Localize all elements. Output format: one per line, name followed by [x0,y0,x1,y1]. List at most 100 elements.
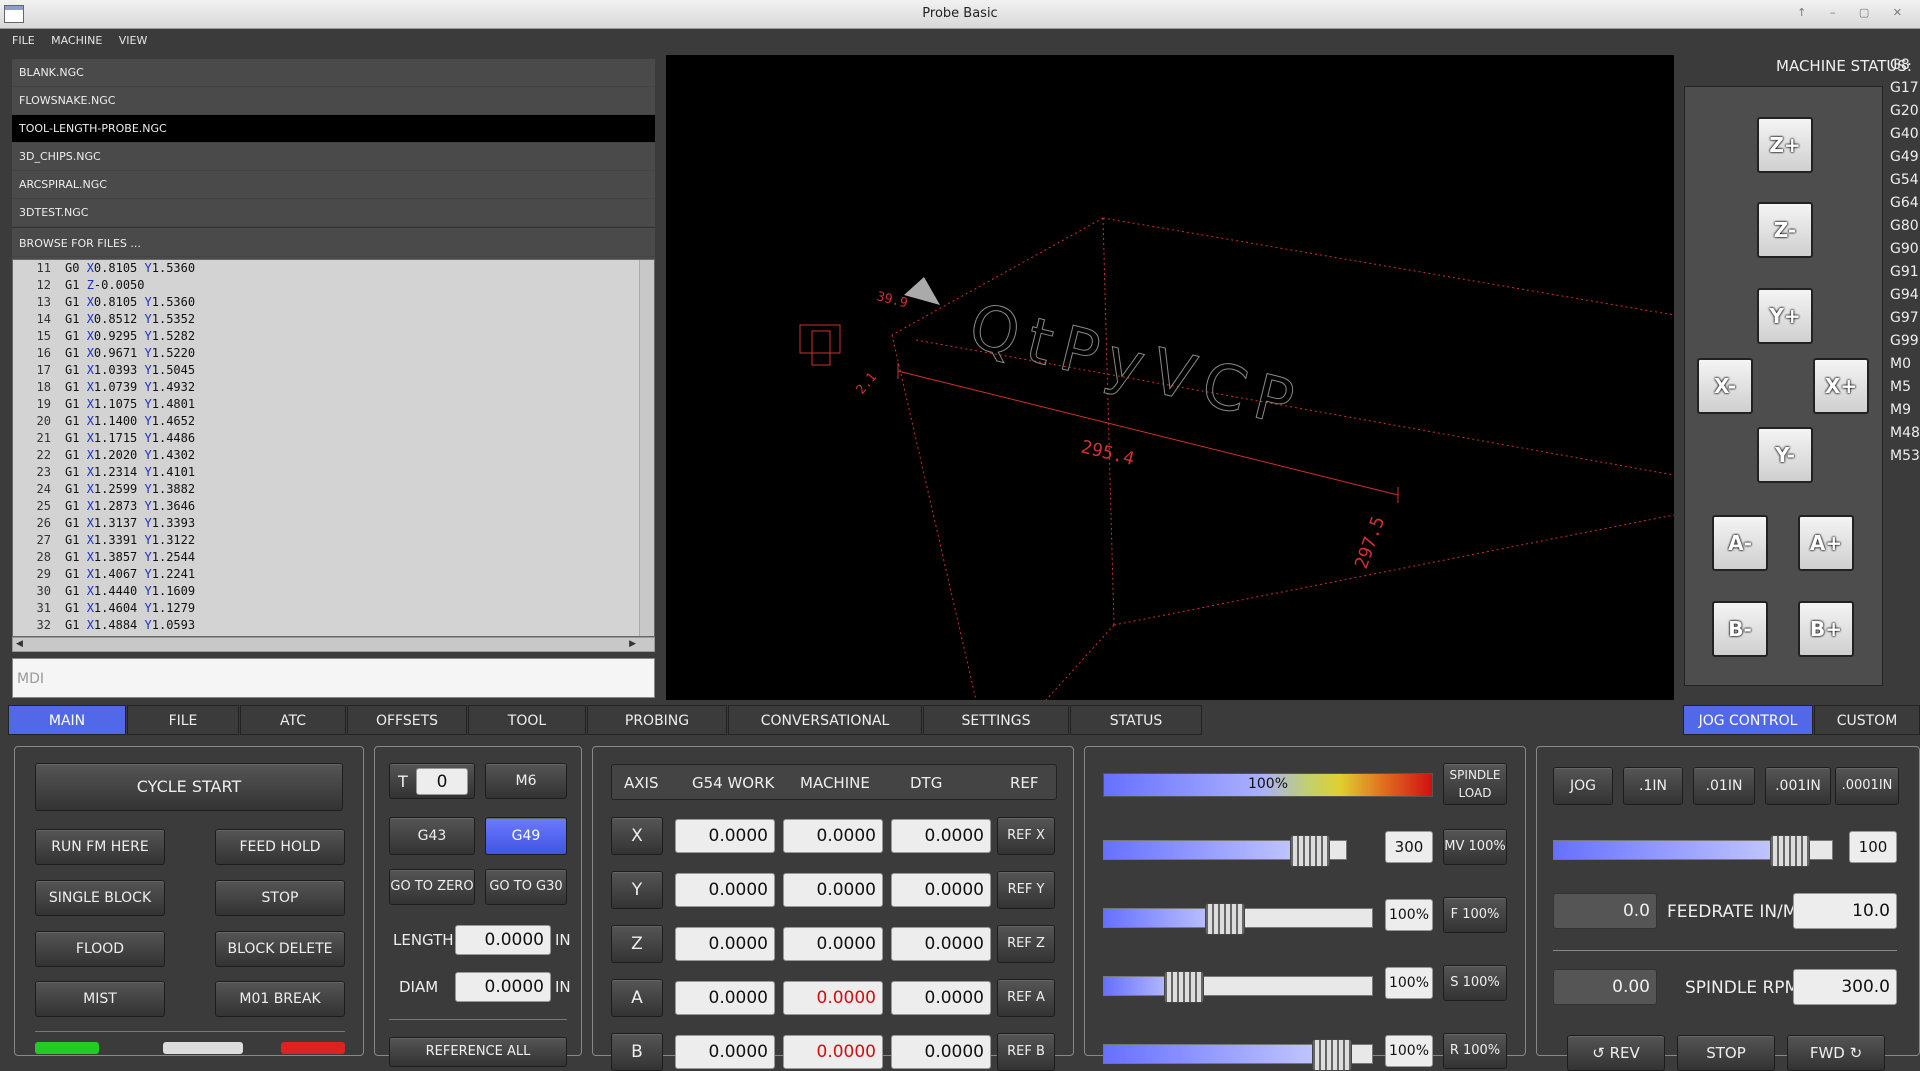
max-velocity-reset-button[interactable]: MV 100% [1443,829,1507,865]
slider-handle[interactable] [1164,971,1205,1003]
gcode-vertical-scrollbar[interactable] [639,260,654,636]
jog-z-minus-button[interactable]: Z- [1757,202,1813,258]
spindle-rpm-setpoint[interactable]: 300.0 [1793,969,1897,1005]
work-coordinate-field[interactable]: 0.0000 [675,873,775,907]
work-coordinate-field[interactable]: 0.0000 [675,981,775,1015]
browse-files-item[interactable]: BROWSE FOR FILES ... [12,227,655,257]
gcode-line[interactable]: 31 G1 X1.4604 Y1.1279 [13,600,654,617]
jog-y-plus-button[interactable]: Y+ [1757,288,1813,344]
feed-override-slider[interactable] [1103,903,1373,935]
feedrate-setpoint[interactable]: 10.0 [1793,893,1897,929]
tab-settings[interactable]: SETTINGS [923,705,1069,735]
jog-increment-0.01-button[interactable]: .01IN [1693,767,1755,805]
work-coordinate-field[interactable]: 0.0000 [675,927,775,961]
axis-label[interactable]: Y [611,871,663,909]
gcode-line[interactable]: 27 G1 X1.3391 Y1.3122 [13,532,654,549]
tab-custom[interactable]: CUSTOM [1814,705,1920,735]
gcode-line[interactable]: 30 G1 X1.4440 Y1.1609 [13,583,654,600]
scroll-left-icon[interactable]: ◀ [16,639,23,649]
gcode-line[interactable]: 22 G1 X1.2020 Y1.4302 [13,447,654,464]
jog-b-minus-button[interactable]: B- [1712,601,1768,657]
m01-break-button[interactable]: M01 BREAK [215,981,345,1017]
jog-y-minus-button[interactable]: Y- [1757,427,1813,483]
gcode-line[interactable]: 19 G1 X1.1075 Y1.4801 [13,396,654,413]
file-item-selected[interactable]: TOOL-LENGTH-PROBE.NGC [12,115,655,143]
gcode-line[interactable]: 15 G1 X0.9295 Y1.5282 [13,328,654,345]
jog-increment-0.001-button[interactable]: .001IN [1765,767,1831,805]
feed-hold-button[interactable]: FEED HOLD [215,829,345,865]
tool-length-field[interactable]: 0.0000 [455,925,551,955]
gcode-line[interactable]: 28 G1 X1.3857 Y1.2544 [13,549,654,566]
tab-main[interactable]: MAIN [8,705,126,735]
go-to-g30-button[interactable]: GO TO G30 [485,869,567,905]
work-coordinate-field[interactable]: 0.0000 [675,819,775,853]
gcode-line[interactable]: 13 G1 X0.8105 Y1.5360 [13,294,654,311]
ref-axis-button[interactable]: REF X [997,817,1055,855]
menu-file[interactable]: FILE [12,34,35,47]
ref-axis-button[interactable]: REF B [997,1033,1055,1071]
stop-button[interactable]: STOP [215,880,345,916]
file-item[interactable]: 3D_CHIPS.NGC [12,143,655,171]
spindle-stop-button[interactable]: STOP [1677,1035,1775,1071]
spindle-override-reset-button[interactable]: S 100% [1443,965,1507,1001]
menu-view[interactable]: VIEW [119,34,148,47]
slider-handle[interactable] [1770,835,1811,867]
tab-conversational[interactable]: CONVERSATIONAL [728,705,922,735]
file-item[interactable]: BLANK.NGC [12,59,655,87]
file-item[interactable]: ARCSPIRAL.NGC [12,171,655,199]
single-block-button[interactable]: SINGLE BLOCK [35,880,165,916]
flood-button[interactable]: FLOOD [35,931,165,967]
reference-all-button[interactable]: REFERENCE ALL [389,1037,567,1067]
scroll-right-icon[interactable]: ▶ [629,639,636,649]
axis-label[interactable]: A [611,979,663,1017]
gcode-line[interactable]: 14 G1 X0.8512 Y1.5352 [13,311,654,328]
tab-probing[interactable]: PROBING [587,705,727,735]
slider-handle[interactable] [1204,903,1245,935]
jog-a-plus-button[interactable]: A+ [1798,515,1854,571]
block-delete-button[interactable]: BLOCK DELETE [215,931,345,967]
gcode-line[interactable]: 25 G1 X1.2873 Y1.3646 [13,498,654,515]
jog-x-minus-button[interactable]: X- [1697,358,1753,414]
gcode-line[interactable]: 17 G1 X1.0393 Y1.5045 [13,362,654,379]
jog-increment-0.1-button[interactable]: .1IN [1623,767,1683,805]
gcode-line[interactable]: 20 G1 X1.1400 Y1.4652 [13,413,654,430]
tool-number-field[interactable]: 0 [416,768,468,795]
work-coordinate-field[interactable]: 0.0000 [675,1035,775,1069]
rapid-override-slider[interactable] [1103,1039,1373,1071]
file-item[interactable]: FLOWSNAKE.NGC [12,87,655,115]
tab-tool[interactable]: TOOL [468,705,586,735]
gcode-line[interactable]: 23 G1 X1.2314 Y1.4101 [13,464,654,481]
spindle-reverse-button[interactable]: ↺ REV [1567,1035,1665,1071]
jog-b-plus-button[interactable]: B+ [1798,601,1854,657]
jog-mode-continuous-button[interactable]: JOG [1553,767,1613,805]
ref-axis-button[interactable]: REF A [997,979,1055,1017]
window-controls[interactable]: ↑ – ▢ ✕ [1797,6,1912,19]
tab-status[interactable]: STATUS [1070,705,1202,735]
slider-handle[interactable] [1311,1039,1352,1071]
gcode-line[interactable]: 26 G1 X1.3137 Y1.3393 [13,515,654,532]
gcode-horizontal-scrollbar[interactable]: ◀ ▶ [12,637,655,652]
jog-x-plus-button[interactable]: X+ [1813,358,1869,414]
tab-jog-control[interactable]: JOG CONTROL [1683,705,1813,735]
gcode-line[interactable]: 18 G1 X1.0739 Y1.4932 [13,379,654,396]
g49-button[interactable]: G49 [485,817,567,855]
max-velocity-slider[interactable] [1103,835,1347,867]
slider-handle[interactable] [1289,835,1330,867]
run-from-here-button[interactable]: RUN FM HERE [35,829,165,865]
tab-atc[interactable]: ATC [240,705,346,735]
tool-diam-field[interactable]: 0.0000 [455,972,551,1002]
backplot-viewport[interactable]: 295.4 297.5 39.9 2.1 QtPyVCP [666,55,1675,701]
mdi-input[interactable]: MDI [12,658,655,698]
mist-button[interactable]: MIST [35,981,165,1017]
jog-speed-slider[interactable] [1553,835,1833,867]
tab-file[interactable]: FILE [127,705,239,735]
spindle-override-slider[interactable] [1103,971,1373,1003]
jog-z-plus-button[interactable]: Z+ [1757,117,1813,173]
spindle-forward-button[interactable]: FWD ↻ [1787,1035,1885,1071]
go-to-zero-button[interactable]: GO TO ZERO [389,869,475,905]
rapid-override-reset-button[interactable]: R 100% [1443,1033,1507,1069]
jog-a-minus-button[interactable]: A- [1712,515,1768,571]
axis-label[interactable]: B [611,1033,663,1071]
feed-override-reset-button[interactable]: F 100% [1443,897,1507,933]
gcode-line[interactable]: 29 G1 X1.4067 Y1.2241 [13,566,654,583]
